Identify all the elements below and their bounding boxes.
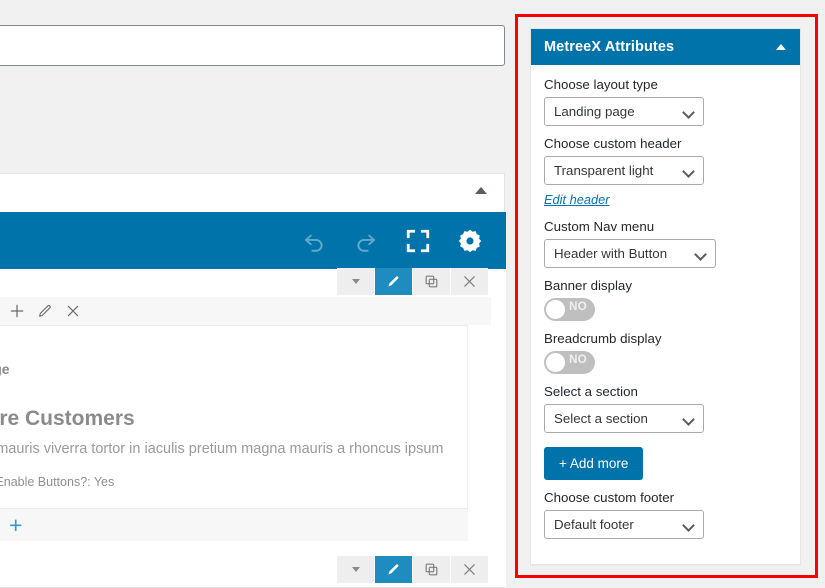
- label-custom-nav-menu: Custom Nav menu: [544, 219, 655, 234]
- label-banner-display: Banner display: [544, 278, 632, 293]
- settings-gear-icon[interactable]: [457, 228, 483, 254]
- row-duplicate-button[interactable]: [413, 556, 450, 583]
- select-custom-footer[interactable]: Default footer: [544, 510, 704, 539]
- row-duplicate-button[interactable]: [413, 268, 450, 295]
- label-select-section: Select a section: [544, 384, 638, 399]
- redo-icon[interactable]: [353, 228, 379, 254]
- page-builder-card: mage More Customers gue mauris viverra t…: [0, 173, 506, 588]
- close-icon[interactable]: [65, 303, 81, 319]
- content-paragraph: gue mauris viverra tortor in iaculis pre…: [0, 441, 444, 457]
- chevron-down-icon: [696, 250, 706, 256]
- chevron-down-icon: [684, 415, 694, 421]
- duplicate-icon: [425, 563, 438, 576]
- row-controls-bottom: [337, 556, 488, 583]
- select-layout-type-value: Landing page: [554, 104, 635, 119]
- label-custom-footer: Choose custom footer: [544, 490, 675, 505]
- chevron-down-icon: [684, 521, 694, 527]
- select-custom-footer-value: Default footer: [554, 517, 634, 532]
- chevron-up-icon[interactable]: [776, 44, 786, 50]
- row-dropdown-button[interactable]: [337, 556, 374, 583]
- toggle-banner-display-value: NO: [569, 301, 587, 313]
- content-meta: icon Enable Buttons?: Yes: [0, 475, 115, 489]
- edit-header-link[interactable]: Edit header: [544, 192, 609, 207]
- fullscreen-icon[interactable]: [405, 228, 431, 254]
- pencil-icon: [388, 276, 399, 287]
- panel-header[interactable]: MetreeX Attributes: [531, 29, 800, 65]
- select-custom-header[interactable]: Transparent light: [544, 156, 704, 185]
- row-remove-button[interactable]: [451, 268, 488, 295]
- toggle-knob: [546, 300, 565, 319]
- builder-card-header: [0, 174, 504, 212]
- chevron-down-icon: [684, 108, 694, 114]
- toggle-banner-display[interactable]: NO: [544, 298, 595, 321]
- select-section-value: Select a section: [554, 411, 648, 426]
- add-more-button[interactable]: + Add more: [544, 447, 644, 480]
- element-toolbar: [0, 297, 491, 325]
- screen: mage More Customers gue mauris viverra t…: [0, 0, 825, 588]
- select-custom-nav-menu-value: Header with Button: [554, 246, 668, 261]
- label-breadcrumb-display: Breadcrumb display: [544, 331, 662, 346]
- content-image-label: mage: [0, 361, 10, 377]
- close-icon: [464, 276, 475, 287]
- close-icon: [464, 564, 475, 575]
- row-edit-button[interactable]: [375, 268, 412, 295]
- select-section[interactable]: Select a section: [544, 404, 704, 433]
- select-layout-type[interactable]: Landing page: [544, 97, 704, 126]
- builder-content: mage More Customers gue mauris viverra t…: [0, 268, 506, 587]
- label-layout-type: Choose layout type: [544, 77, 658, 92]
- duplicate-icon: [425, 275, 438, 288]
- chevron-down-icon: [684, 167, 694, 173]
- pencil-icon[interactable]: [37, 303, 53, 319]
- row-edit-button[interactable]: [375, 556, 412, 583]
- builder-toolbar: [0, 212, 506, 269]
- add-element-strip[interactable]: +: [0, 509, 468, 541]
- undo-icon[interactable]: [301, 228, 327, 254]
- select-custom-nav-menu[interactable]: Header with Button: [544, 239, 716, 268]
- content-heading: More Customers: [0, 407, 135, 430]
- row-dropdown-button[interactable]: [337, 268, 374, 295]
- chevron-up-icon[interactable]: [475, 187, 487, 194]
- metreex-attributes-panel: MetreeX Attributes Choose layout type La…: [530, 28, 801, 565]
- row-controls-top: [337, 268, 488, 295]
- row-remove-button[interactable]: [451, 556, 488, 583]
- chevron-down-icon: [351, 567, 360, 572]
- toggle-breadcrumb-display[interactable]: NO: [544, 351, 595, 374]
- plus-icon[interactable]: +: [9, 513, 22, 537]
- select-custom-header-value: Transparent light: [554, 163, 654, 178]
- toggle-breadcrumb-display-value: NO: [569, 354, 587, 366]
- panel-body: Choose layout type Landing page Choose c…: [531, 65, 800, 551]
- editor-column: mage More Customers gue mauris viverra t…: [0, 0, 510, 588]
- plus-icon[interactable]: [9, 303, 25, 319]
- panel-title: MetreeX Attributes: [544, 39, 675, 55]
- post-title-input[interactable]: [0, 25, 505, 66]
- label-custom-header: Choose custom header: [544, 136, 682, 151]
- chevron-down-icon: [351, 279, 360, 284]
- toggle-knob: [546, 353, 565, 372]
- pencil-icon: [388, 564, 399, 575]
